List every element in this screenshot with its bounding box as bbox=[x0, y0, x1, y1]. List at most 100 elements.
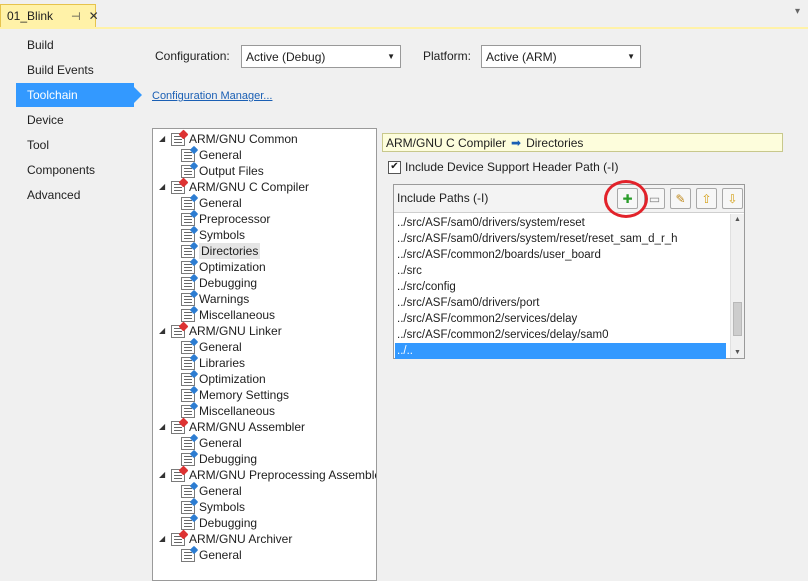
category-item-toolchain[interactable]: Toolchain bbox=[16, 83, 142, 107]
tree-item[interactable]: Debugging bbox=[181, 275, 257, 291]
property-page-icon bbox=[181, 388, 195, 402]
tree-item[interactable]: General bbox=[181, 547, 242, 563]
include-paths-scrollbar[interactable]: ▲ ▼ bbox=[730, 214, 744, 358]
tree-item[interactable]: General bbox=[181, 147, 242, 163]
include-paths-list[interactable]: ../src/ASF/sam0/drivers/system/reset ../s… bbox=[394, 214, 730, 359]
include-path-item[interactable]: ../src/config bbox=[395, 279, 726, 295]
tree-item[interactable]: Debugging bbox=[181, 515, 257, 531]
scroll-up-icon[interactable]: ▲ bbox=[734, 216, 741, 223]
configuration-value: Active (Debug) bbox=[246, 49, 326, 64]
property-page-icon bbox=[181, 516, 195, 530]
include-path-item[interactable]: ../src/ASF/common2/services/delay bbox=[395, 311, 726, 327]
tree-item[interactable]: General bbox=[181, 483, 242, 499]
tree-item[interactable]: Preprocessor bbox=[181, 211, 270, 227]
tree-group[interactable]: ◢ ARM/GNU C Compiler bbox=[159, 179, 309, 195]
tree-item-label: General bbox=[199, 196, 242, 210]
tree-group[interactable]: ◢ ARM/GNU Archiver bbox=[159, 531, 292, 547]
tree-item-label: ARM/GNU C Compiler bbox=[189, 180, 310, 194]
tree-item-label: ARM/GNU Common bbox=[189, 132, 298, 146]
property-page-icon bbox=[181, 260, 195, 274]
tree-item[interactable]: Miscellaneous bbox=[181, 307, 275, 323]
tree-item-label: General bbox=[199, 484, 242, 498]
document-tab[interactable]: 01_Blink ⊣ ✕ bbox=[0, 4, 99, 27]
delete-icon: ▭ bbox=[648, 191, 661, 206]
property-group-icon bbox=[171, 324, 185, 338]
include-device-support-checkbox[interactable]: ✔ bbox=[388, 160, 401, 174]
collapse-icon[interactable]: ◢ bbox=[159, 131, 171, 147]
configuration-select[interactable]: Active (Debug) ▼ bbox=[241, 45, 401, 68]
chevron-down-icon: ▼ bbox=[627, 52, 635, 61]
tree-group[interactable]: ◢ ARM/GNU Linker bbox=[159, 323, 282, 339]
include-path-item[interactable]: ../.. bbox=[395, 343, 726, 359]
tree-item-label: Preprocessor bbox=[199, 212, 271, 226]
scroll-down-icon[interactable]: ▼ bbox=[734, 349, 741, 356]
tree-group[interactable]: ◢ ARM/GNU Assembler bbox=[159, 419, 305, 435]
collapse-icon[interactable]: ◢ bbox=[159, 467, 171, 483]
category-item-device[interactable]: Device bbox=[16, 108, 134, 132]
tree-group[interactable]: ◢ ARM/GNU Common bbox=[159, 131, 298, 147]
tree-item[interactable]: Debugging bbox=[181, 451, 257, 467]
category-item-advanced[interactable]: Advanced bbox=[16, 183, 134, 207]
tree-item[interactable]: General bbox=[181, 339, 242, 355]
property-page-icon bbox=[181, 372, 195, 386]
tree-item-label: Libraries bbox=[199, 356, 246, 370]
category-list: Build Build Events Toolchain Device Tool Comp… bbox=[0, 29, 142, 581]
breadcrumb: ARM/GNU C Compiler ➡ Directories bbox=[382, 133, 783, 152]
move-down-button[interactable]: ⇩ bbox=[722, 188, 743, 209]
include-paths-panel: Include Paths (-I) ✚ ▭ ✎ ⇧ ⇩ ../src/ASF/… bbox=[393, 184, 745, 359]
pin-icon[interactable]: ⊣ bbox=[71, 10, 81, 23]
tree-item-label: Miscellaneous bbox=[199, 404, 276, 418]
scroll-thumb[interactable] bbox=[733, 302, 742, 336]
tree-item-label: Directories bbox=[199, 243, 261, 259]
tree-item[interactable]: Optimization bbox=[181, 371, 266, 387]
collapse-icon[interactable]: ◢ bbox=[159, 419, 171, 435]
include-device-support-row[interactable]: ✔ Include Device Support Header Path (-I… bbox=[388, 160, 618, 174]
property-page-icon bbox=[181, 164, 195, 178]
include-path-item[interactable]: ../src bbox=[395, 263, 726, 279]
include-path-item[interactable]: ../src/ASF/common2/boards/user_board bbox=[395, 247, 726, 263]
property-page-icon bbox=[181, 484, 195, 498]
collapse-icon[interactable]: ◢ bbox=[159, 531, 171, 547]
tree-item[interactable]: Symbols bbox=[181, 499, 245, 515]
platform-select[interactable]: Active (ARM) ▼ bbox=[481, 45, 641, 68]
tree-item[interactable]: Warnings bbox=[181, 291, 249, 307]
property-page-icon bbox=[181, 148, 195, 162]
tree-item[interactable]: Optimization bbox=[181, 259, 266, 275]
tree-item[interactable]: Symbols bbox=[181, 227, 245, 243]
include-path-item[interactable]: ../src/ASF/common2/services/delay/sam0 bbox=[395, 327, 726, 343]
tree-item[interactable]: General bbox=[181, 435, 242, 451]
document-tab-strip bbox=[0, 0, 808, 27]
tree-item[interactable]: Miscellaneous bbox=[181, 403, 275, 419]
collapse-icon[interactable]: ◢ bbox=[159, 323, 171, 339]
property-page-icon bbox=[181, 500, 195, 514]
include-path-item[interactable]: ../src/ASF/sam0/drivers/system/reset bbox=[395, 215, 726, 231]
configuration-manager-link[interactable]: Configuration Manager... bbox=[152, 90, 272, 102]
tree-item-label: Miscellaneous bbox=[199, 308, 276, 322]
category-item-tool[interactable]: Tool bbox=[16, 133, 134, 157]
tree-item[interactable]: General bbox=[181, 195, 242, 211]
breadcrumb-current: Directories bbox=[526, 135, 584, 150]
move-up-button[interactable]: ⇧ bbox=[696, 188, 717, 209]
property-page-icon bbox=[181, 548, 195, 562]
category-item-build-events[interactable]: Build Events bbox=[16, 58, 134, 82]
tree-item-label: ARM/GNU Archiver bbox=[189, 532, 293, 546]
chevron-down-icon[interactable]: ▾ bbox=[795, 6, 800, 17]
tree-item[interactable]: Output Files bbox=[181, 163, 264, 179]
tree-item[interactable]: Directories bbox=[181, 243, 261, 259]
collapse-icon[interactable]: ◢ bbox=[159, 179, 171, 195]
tree-item[interactable]: Memory Settings bbox=[181, 387, 289, 403]
tree-item-label: Memory Settings bbox=[199, 388, 290, 402]
include-path-item[interactable]: ../src/ASF/sam0/drivers/system/reset/res… bbox=[395, 231, 726, 247]
include-path-item[interactable]: ../src/ASF/sam0/drivers/port bbox=[395, 295, 726, 311]
tree-item-label: Debugging bbox=[199, 276, 258, 290]
category-item-build[interactable]: Build bbox=[16, 33, 134, 57]
close-icon[interactable]: ✕ bbox=[89, 9, 99, 23]
category-item-components[interactable]: Components bbox=[16, 158, 134, 182]
tree-item[interactable]: Libraries bbox=[181, 355, 245, 371]
property-page-icon bbox=[181, 356, 195, 370]
tree-group[interactable]: ◢ ARM/GNU Preprocessing Assembler bbox=[159, 467, 376, 483]
property-group-icon bbox=[171, 132, 185, 146]
property-page-icon bbox=[181, 308, 195, 322]
edit-item-button[interactable]: ✎ bbox=[670, 188, 691, 209]
property-page-icon bbox=[181, 340, 195, 354]
